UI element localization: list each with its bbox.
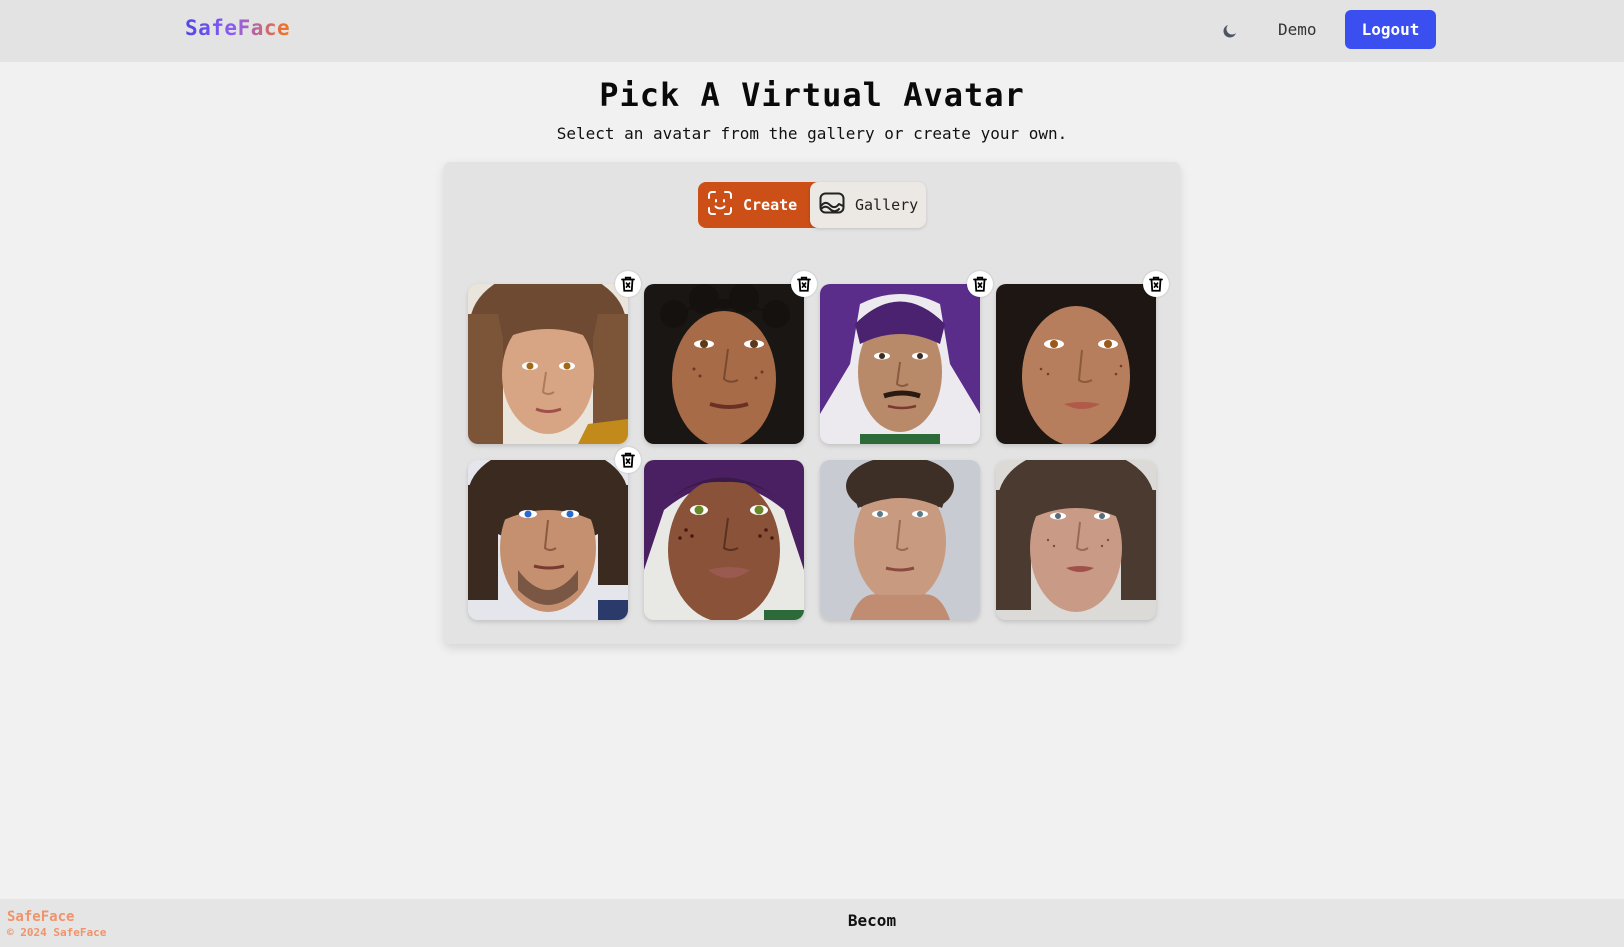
tab-create-label: Create: [743, 196, 798, 214]
tab-create[interactable]: Create: [698, 182, 826, 228]
brand-logo[interactable]: SafeFace: [185, 16, 290, 40]
face-scan-icon: [706, 189, 734, 221]
avatar-portrait: [820, 284, 980, 444]
tab-gallery[interactable]: Gallery: [810, 182, 926, 228]
delete-avatar-icon[interactable]: [615, 447, 641, 473]
avatar-portrait: [644, 460, 804, 620]
demo-link[interactable]: Demo: [1278, 20, 1317, 39]
delete-avatar-icon[interactable]: [967, 271, 993, 297]
avatar-portrait: [996, 460, 1156, 620]
mode-toggle: Create Gallery: [698, 182, 926, 228]
avatar-card[interactable]: [996, 284, 1156, 444]
navbar: SafeFace Demo Logout: [0, 0, 1624, 62]
avatar-card[interactable]: [468, 284, 628, 444]
delete-avatar-icon[interactable]: [791, 271, 817, 297]
moon-icon[interactable]: [1219, 20, 1241, 42]
delete-avatar-icon[interactable]: [615, 271, 641, 297]
avatar-card[interactable]: [468, 460, 628, 620]
delete-avatar-icon[interactable]: [1143, 271, 1169, 297]
page-subtitle: Select an avatar from the gallery or cre…: [556, 124, 1068, 143]
avatar-card[interactable]: [820, 460, 980, 620]
avatar-card[interactable]: [644, 284, 804, 444]
avatar-card[interactable]: [996, 460, 1156, 620]
image-icon: [818, 189, 846, 221]
avatar-card[interactable]: [820, 284, 980, 444]
footer-text: Becom: [847, 911, 897, 930]
avatar-panel: Create Gallery: [444, 162, 1180, 644]
tab-gallery-label: Gallery: [855, 196, 919, 214]
logout-button[interactable]: Logout: [1345, 10, 1436, 49]
page-title: Pick A Virtual Avatar: [599, 76, 1025, 114]
avatar-portrait: [996, 284, 1156, 444]
avatar-portrait: [820, 460, 980, 620]
footer: SafeFace © 2024 SafeFace Becom: [0, 899, 1624, 947]
avatar-portrait: [644, 284, 804, 444]
avatar-portrait: [468, 460, 628, 620]
avatar-card[interactable]: [644, 460, 804, 620]
avatar-portrait: [468, 284, 628, 444]
